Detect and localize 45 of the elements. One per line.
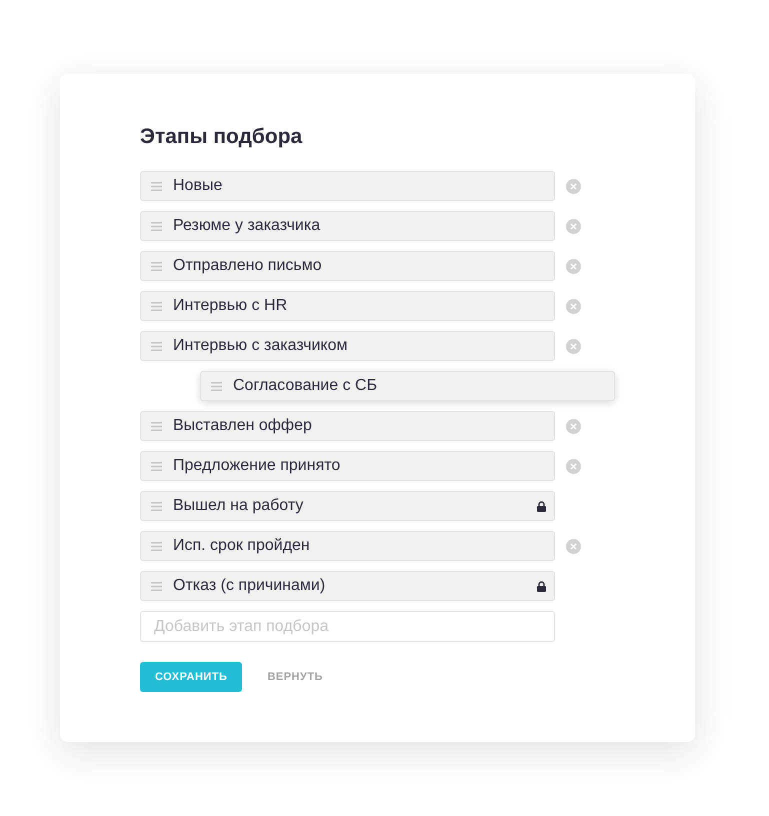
lock-icon <box>537 500 546 512</box>
drag-handle-icon[interactable] <box>151 542 162 550</box>
remove-icon[interactable] <box>566 458 581 474</box>
stage-label: Выставлен оффер <box>173 416 313 436</box>
stage-item[interactable]: Интервью с HR <box>140 291 555 321</box>
drag-handle-icon[interactable] <box>151 462 162 470</box>
stage-item[interactable]: Предложение принято <box>140 451 555 481</box>
drag-handle-icon[interactable] <box>151 582 162 590</box>
stage-label: Интервью с заказчиком <box>173 336 348 356</box>
stage-label: Предложение принято <box>173 456 342 476</box>
stage-item[interactable]: Согласование с СБ <box>200 371 615 401</box>
stage-item[interactable]: Отказ (с причинами) <box>140 571 555 601</box>
stage-label: Интервью с HR <box>173 296 288 316</box>
stage-label: Новые <box>173 176 224 196</box>
drag-handle-icon[interactable] <box>211 382 222 390</box>
remove-icon[interactable] <box>566 258 581 274</box>
stage-item[interactable]: Вышел на работу <box>140 491 555 521</box>
stage-item[interactable]: Исп. срок пройден <box>140 531 555 561</box>
stage-item[interactable]: Интервью с заказчиком <box>140 331 555 361</box>
remove-icon[interactable] <box>566 338 581 354</box>
add-stage-field[interactable]: Добавить этап подбора <box>140 611 555 642</box>
stage-label: Согласование с СБ <box>233 376 378 396</box>
drag-handle-icon[interactable] <box>151 342 162 350</box>
stage-item[interactable]: Выставлен оффер <box>140 411 555 441</box>
stage-item[interactable]: Новые <box>140 171 555 201</box>
stage-item[interactable]: Резюме у заказчика <box>140 211 555 241</box>
drag-handle-icon[interactable] <box>151 502 162 510</box>
stage-label: Отказ (с причинами) <box>173 576 326 596</box>
stage-label: Исп. срок пройден <box>173 536 311 556</box>
stage-label: Отправлено письмо <box>173 256 323 276</box>
remove-icon[interactable] <box>566 218 581 234</box>
card-title: Этапы подбора <box>140 124 302 150</box>
lock-icon <box>537 580 546 592</box>
drag-handle-icon[interactable] <box>151 302 162 310</box>
remove-icon[interactable] <box>566 298 581 314</box>
drag-handle-icon[interactable] <box>151 422 162 430</box>
stage-label: Вышел на работу <box>173 496 304 516</box>
drag-handle-icon[interactable] <box>151 262 162 270</box>
drag-handle-icon[interactable] <box>151 222 162 230</box>
remove-icon[interactable] <box>566 418 581 434</box>
stage-item[interactable]: Отправлено письмо <box>140 251 555 281</box>
remove-icon[interactable] <box>566 178 581 194</box>
stage-label: Резюме у заказчика <box>173 216 322 236</box>
drag-handle-icon[interactable] <box>151 182 162 190</box>
remove-icon[interactable] <box>566 538 581 554</box>
